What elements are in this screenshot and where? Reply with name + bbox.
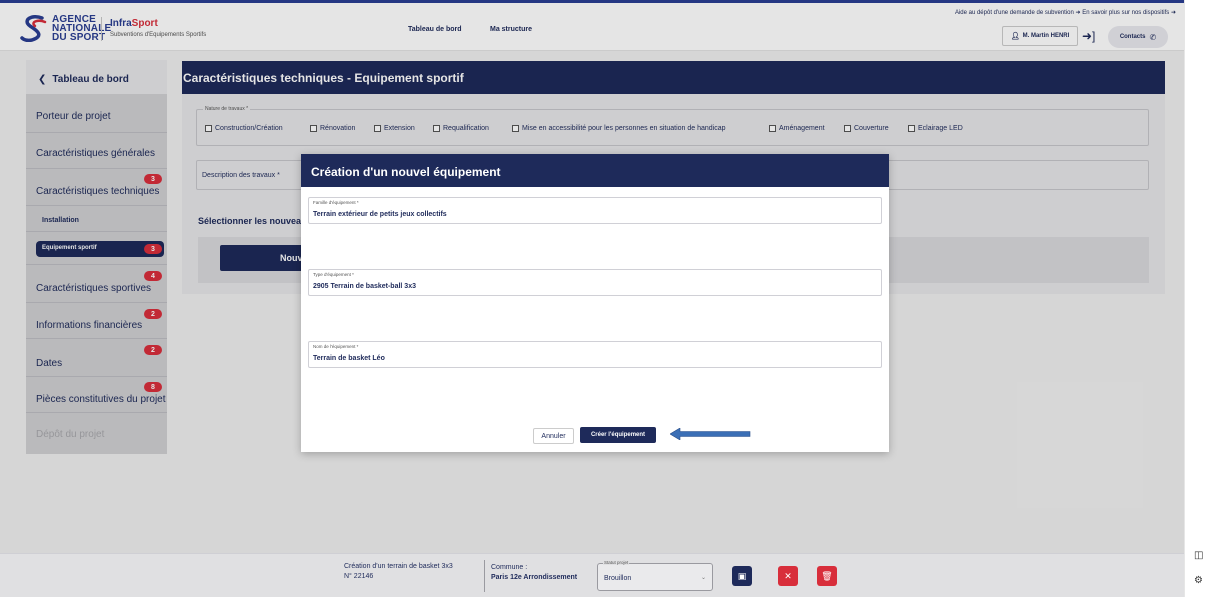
status-select-label: Statut projet <box>603 560 630 565</box>
project-name: Création d'un terrain de basket 3x3 <box>344 563 453 570</box>
create-equipment-modal: Création d'un nouvel équipement Famille … <box>301 154 889 452</box>
commune-label: Commune : <box>491 564 528 571</box>
project-info: Création d'un terrain de basket 3x3 N° 2… <box>344 562 453 582</box>
delete-project-button[interactable]: 🗑︎ <box>817 566 837 586</box>
nom-equipement-field[interactable]: Nom de l'équipement * Terrain de basket … <box>308 341 882 368</box>
save-icon: ▣ <box>737 570 747 581</box>
type-equipement-field[interactable]: Type d'équipement * 2905 Terrain de bask… <box>308 269 882 296</box>
type-value: 2905 Terrain de basket-ball 3x3 <box>313 283 416 290</box>
commune-value: Paris 12e Arrondissement <box>491 574 578 581</box>
famille-value: Terrain extérieur de petits jeux collect… <box>313 211 447 218</box>
trash-icon: 🗑︎ <box>821 570 833 581</box>
cancel-project-button[interactable]: ✕ <box>778 566 798 586</box>
app-page: AGENCE NATIONALE DU SPORT InfraSport Sub… <box>0 0 1184 597</box>
browser-side-strip: ◫ ⚙ <box>1184 0 1214 597</box>
close-icon: ✕ <box>784 570 792 581</box>
commune-info: Commune : Paris 12e Arrondissement <box>491 563 577 583</box>
famille-label: Famille d'équipement * <box>313 200 359 205</box>
nom-value: Terrain de basket Léo <box>313 355 385 362</box>
save-button[interactable]: ▣ <box>732 566 752 586</box>
annotation-arrow-icon <box>670 428 751 440</box>
modal-title: Création d'un nouvel équipement <box>301 154 889 187</box>
nom-label: Nom de l'équipement * <box>313 344 359 349</box>
project-number: N° 22146 <box>344 573 374 580</box>
famille-equipement-field[interactable]: Famille d'équipement * Terrain extérieur… <box>308 197 882 224</box>
type-label: Type d'équipement * <box>313 272 354 277</box>
create-equipment-button[interactable]: Créer l'équipement <box>580 427 656 443</box>
status-select-value: Brouillon <box>604 575 632 582</box>
cancel-button[interactable]: Annuler <box>533 428 574 444</box>
settings-icon[interactable]: ⚙ <box>1194 575 1203 586</box>
footer-bar: Création d'un terrain de basket 3x3 N° 2… <box>0 553 1184 597</box>
status-select[interactable]: Statut projet Brouillon ⌄ <box>597 560 713 591</box>
footer-divider <box>484 560 485 592</box>
sidebar-panel-icon[interactable]: ◫ <box>1194 550 1203 561</box>
chevron-down-icon: ⌄ <box>700 575 706 581</box>
